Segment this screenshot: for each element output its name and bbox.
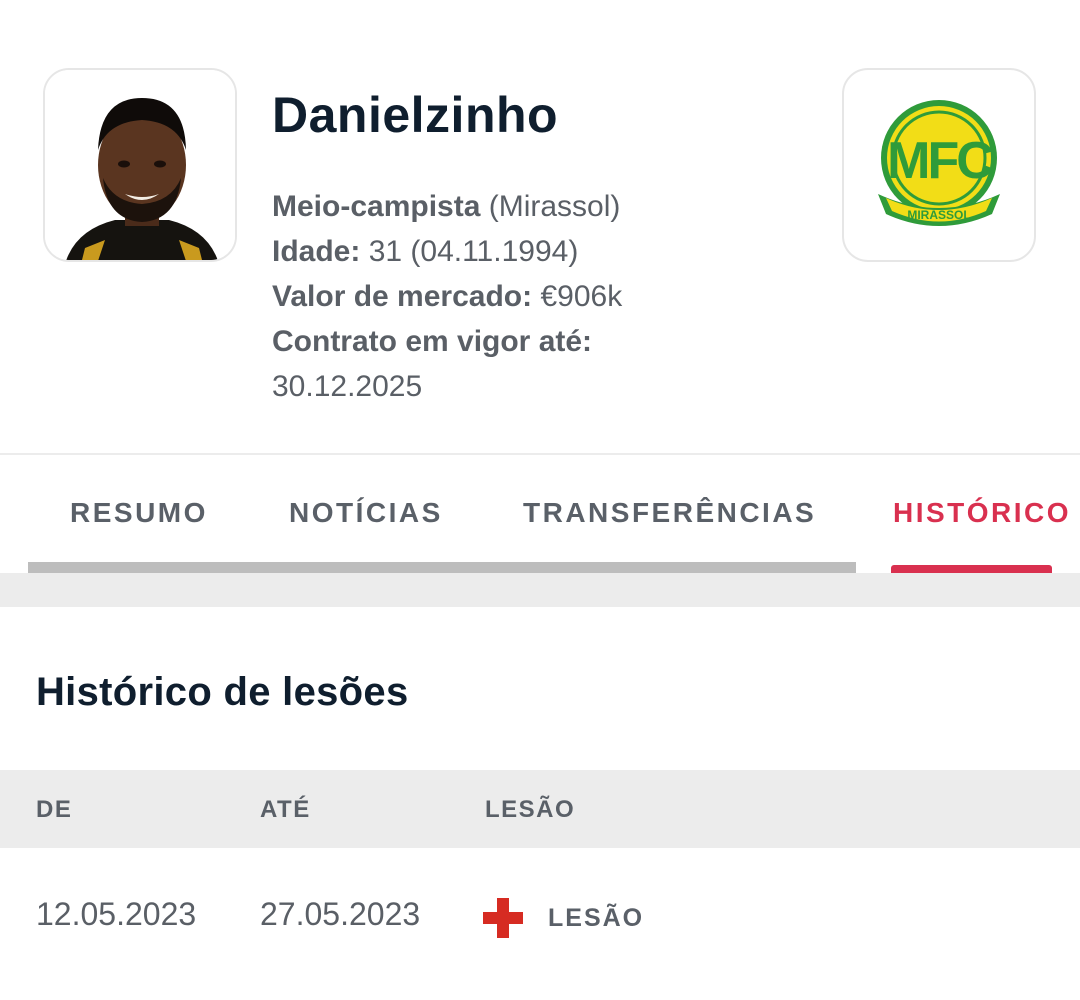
market-value: €906k bbox=[540, 280, 623, 313]
column-header-to: ATÉ bbox=[260, 796, 311, 823]
tab-scrollbar[interactable] bbox=[28, 562, 856, 573]
red-cross-icon bbox=[483, 898, 523, 938]
column-header-from: DE bbox=[36, 796, 73, 823]
tab-noticias[interactable]: NOTÍCIAS bbox=[289, 497, 443, 529]
contract-value: 30.12.2025 bbox=[272, 370, 423, 403]
tab-bar: RESUMO NOTÍCIAS TRANSFERÊNCIAS HISTÓRICO bbox=[0, 455, 1080, 573]
age-value: 31 (04.11.1994) bbox=[368, 235, 579, 268]
logo-monogram: MFC bbox=[887, 132, 993, 190]
player-portrait-image bbox=[45, 70, 235, 260]
tab-historico[interactable]: HISTÓRICO bbox=[893, 497, 1071, 529]
table-row: 12.05.2023 27.05.2023 LESÃO bbox=[0, 848, 1080, 983]
column-header-injury: LESÃO bbox=[485, 796, 576, 823]
active-tab-indicator bbox=[891, 565, 1052, 573]
player-name: Danielzinho bbox=[272, 87, 559, 143]
contract-label: Contrato em vigor até: bbox=[272, 325, 593, 358]
contract-row: Contrato em vigor até: bbox=[272, 319, 622, 364]
player-header: Danielzinho Meio-campista (Mirassol) Ida… bbox=[0, 0, 1080, 455]
cell-injury: LESÃO bbox=[483, 898, 644, 938]
tab-resumo[interactable]: RESUMO bbox=[70, 497, 208, 529]
club-crest-icon: MFC MIRASSOL bbox=[878, 100, 1000, 226]
market-value-row: Valor de mercado: €906k bbox=[272, 274, 622, 319]
age-row: Idade: 31 (04.11.1994) bbox=[272, 229, 622, 274]
position-row: Meio-campista (Mirassol) bbox=[272, 184, 622, 229]
market-value-label: Valor de mercado: bbox=[272, 280, 533, 313]
injury-label: LESÃO bbox=[548, 903, 645, 932]
logo-banner-text: MIRASSOL bbox=[907, 208, 970, 222]
table-header: DE ATÉ LESÃO bbox=[0, 770, 1080, 848]
age-label: Idade: bbox=[272, 235, 361, 268]
club-logo[interactable]: MFC MIRASSOL bbox=[842, 68, 1036, 262]
contract-value-row: 30.12.2025 bbox=[272, 364, 622, 409]
tab-transferencias[interactable]: TRANSFERÊNCIAS bbox=[523, 497, 816, 529]
position-label: Meio-campista bbox=[272, 190, 481, 223]
section-title: Histórico de lesões bbox=[36, 670, 409, 714]
section-separator bbox=[0, 573, 1080, 607]
club-name: (Mirassol) bbox=[488, 190, 621, 223]
player-page: Danielzinho Meio-campista (Mirassol) Ida… bbox=[0, 0, 1080, 1000]
player-info: Meio-campista (Mirassol) Idade: 31 (04.1… bbox=[272, 184, 622, 409]
player-photo bbox=[43, 68, 237, 262]
cell-from-date: 12.05.2023 bbox=[36, 896, 197, 932]
cell-to-date: 27.05.2023 bbox=[260, 896, 421, 932]
